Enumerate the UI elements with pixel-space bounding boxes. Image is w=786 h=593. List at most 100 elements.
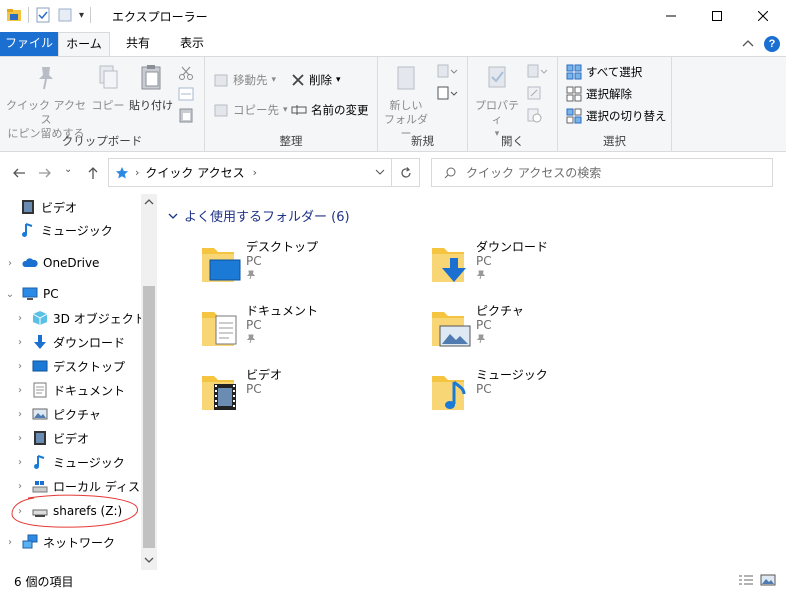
sidebar-item-network[interactable]: › ネットワーク	[4, 531, 115, 553]
folder-tile-pictures[interactable]: ピクチャ PC	[430, 302, 630, 362]
delete-label: 削除	[309, 73, 332, 87]
folder-tile-music[interactable]: ミュージック PC	[430, 366, 630, 426]
chevron-right-icon[interactable]: ›	[14, 409, 26, 420]
folder-tile-downloads[interactable]: ダウンロード PC	[430, 238, 630, 298]
pin-to-quick-access-button[interactable]: クイック アクセス にピン留めする	[6, 63, 86, 141]
collapse-ribbon-icon[interactable]	[742, 39, 754, 49]
breadcrumb-separator-icon: ›	[135, 166, 140, 179]
up-button[interactable]	[86, 165, 100, 184]
folder-location: PC	[476, 318, 492, 332]
chevron-right-icon[interactable]: ›	[14, 385, 26, 396]
maximize-button[interactable]	[694, 0, 740, 32]
scroll-thumb[interactable]	[143, 286, 155, 548]
select-none-button[interactable]: 選択解除	[566, 86, 632, 102]
select-all-button[interactable]: すべて選択	[566, 64, 642, 80]
item-count: 6 個の項目	[14, 575, 74, 589]
sidebar-item-downloads[interactable]: › ダウンロード	[14, 331, 125, 353]
open-icon[interactable]	[526, 63, 548, 79]
sidebar-item-3d-objects[interactable]: › 3D オブジェクト	[14, 307, 146, 329]
search-box[interactable]: クイック アクセスの検索	[431, 158, 773, 187]
frequent-folders-header[interactable]: よく使用するフォルダー (6)	[168, 206, 350, 225]
sidebar-item-desktop[interactable]: › デスクトップ	[14, 355, 125, 377]
chevron-right-icon[interactable]: ›	[14, 433, 26, 444]
scroll-down-icon[interactable]	[144, 556, 154, 564]
paste-shortcut-icon[interactable]	[178, 107, 194, 123]
details-view-icon[interactable]	[738, 574, 754, 586]
minimize-button[interactable]	[648, 0, 694, 32]
sidebar-item-pictures[interactable]: › ピクチャ	[14, 403, 101, 425]
invert-selection-icon	[566, 108, 582, 124]
chevron-right-icon[interactable]: ›	[4, 537, 16, 548]
tab-home[interactable]: ホーム	[58, 32, 110, 57]
chevron-down-icon: ⌄	[64, 164, 73, 175]
sidebar-item-music[interactable]: › ミュージック	[14, 451, 125, 473]
folder-tile-documents[interactable]: ドキュメント PC	[200, 302, 400, 362]
folder-location: PC	[246, 382, 262, 396]
tab-share[interactable]: 共有	[116, 32, 160, 56]
chevron-down-icon[interactable]: ⌄	[4, 289, 16, 300]
tab-file[interactable]: ファイル	[0, 32, 58, 56]
qat-dropdown-icon[interactable]: ▾	[79, 10, 84, 21]
copy-icon	[99, 65, 118, 89]
sidebar-scrollbar[interactable]	[141, 194, 157, 570]
address-dropdown-button[interactable]	[375, 165, 385, 179]
sidebar-item-documents[interactable]: › ドキュメント	[14, 379, 125, 401]
delete-button[interactable]: 削除 ▾	[291, 72, 341, 88]
new-folder-button[interactable]: 新しい フォルダー	[382, 63, 430, 141]
copy-to-button[interactable]: コピー先 ▾	[213, 102, 288, 118]
copy-button[interactable]: コピー	[90, 63, 126, 113]
folder-tile-desktop[interactable]: デスクトップ PC	[200, 238, 400, 298]
sidebar-item-videos-quick[interactable]: ビデオ	[20, 196, 77, 218]
scroll-up-icon[interactable]	[144, 198, 154, 206]
cut-icon[interactable]	[178, 65, 194, 81]
large-icons-view-icon[interactable]	[760, 574, 776, 586]
properties-qat-icon[interactable]	[35, 7, 51, 23]
back-button[interactable]	[12, 165, 26, 184]
history-icon[interactable]	[526, 107, 542, 123]
ribbon-tabs: ファイル ホーム 共有 表示 ?	[0, 32, 786, 57]
sidebar-item-label: OneDrive	[43, 256, 100, 270]
paste-button[interactable]: 貼り付け	[128, 63, 174, 113]
folder-tile-videos[interactable]: ビデオ PC	[200, 366, 400, 426]
music-icon	[22, 223, 33, 237]
close-button[interactable]	[740, 0, 786, 32]
forward-button[interactable]	[38, 165, 52, 184]
help-icon[interactable]: ?	[764, 36, 780, 52]
minimize-icon	[666, 15, 676, 17]
invert-selection-button[interactable]: 選択の切り替え	[566, 108, 667, 124]
dropdown-icon: ▾	[336, 75, 341, 85]
new-group-label: 新規	[411, 134, 434, 148]
chevron-right-icon[interactable]: ›	[14, 337, 26, 348]
organize-group-label: 整理	[279, 134, 303, 148]
refresh-button[interactable]	[391, 159, 419, 186]
folder-location: PC	[476, 382, 492, 396]
chevron-right-icon[interactable]: ›	[14, 361, 26, 372]
chevron-right-icon[interactable]: ›	[14, 481, 26, 492]
easy-access-icon[interactable]	[436, 85, 458, 101]
chevron-right-icon[interactable]: ›	[14, 457, 26, 468]
recent-locations-button[interactable]: ⌄	[64, 164, 72, 175]
pin-icon	[39, 67, 53, 90]
chevron-right-icon[interactable]: ›	[4, 258, 16, 269]
folder-location: PC	[246, 254, 262, 268]
rename-button[interactable]: 名前の変更	[291, 102, 369, 118]
breadcrumb-quick-access[interactable]: クイック アクセス	[145, 164, 244, 181]
sidebar-item-label: ネットワーク	[43, 535, 116, 550]
tab-view[interactable]: 表示	[170, 32, 214, 56]
edit-icon[interactable]	[526, 85, 542, 101]
sidebar-item-label: ビデオ	[41, 200, 78, 215]
properties-button[interactable]: プロパティ ▾	[470, 63, 524, 141]
new-item-icon[interactable]	[436, 63, 458, 79]
folder-name: ビデオ	[246, 368, 283, 382]
new-folder-qat-icon[interactable]	[57, 7, 73, 23]
chevron-right-icon[interactable]: ›	[14, 313, 26, 324]
sidebar-item-onedrive[interactable]: › OneDrive	[4, 252, 99, 274]
sidebar-item-videos[interactable]: › ビデオ	[14, 427, 89, 449]
copy-path-icon[interactable]	[178, 87, 194, 101]
sidebar-item-music-quick[interactable]: ミュージック	[20, 219, 113, 241]
select-all-label: すべて選択	[586, 65, 643, 79]
video-icon	[22, 200, 34, 214]
sidebar-item-pc[interactable]: ⌄ PC	[4, 283, 59, 305]
address-bar[interactable]: › クイック アクセス ›	[108, 158, 420, 187]
move-to-button[interactable]: 移動先 ▾	[213, 72, 276, 88]
